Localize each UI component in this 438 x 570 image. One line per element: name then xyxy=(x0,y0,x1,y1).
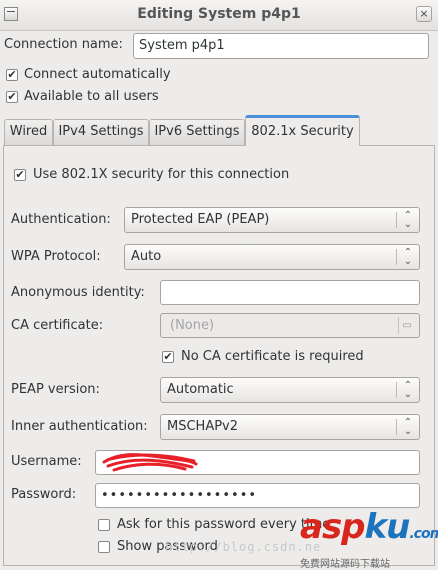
combo-arrows-icon: ⌃ ⌄ xyxy=(403,210,413,230)
authentication-select[interactable]: Protected EAP (PEAP) ⌃ ⌄ xyxy=(124,207,420,233)
window-title: Editing System p4p1 xyxy=(137,6,301,22)
authentication-value: Protected EAP (PEAP) xyxy=(131,212,270,227)
folder-icon: ▭ xyxy=(398,317,415,334)
connect-automatically-label: Connect automatically xyxy=(24,67,171,82)
tab-wired[interactable]: Wired xyxy=(4,119,53,145)
connection-name-input[interactable]: System p4p1 xyxy=(133,33,429,59)
ca-certificate-chooser: (None) ▭ xyxy=(160,313,420,338)
aspku-logo-subtitle: 免费网站源码下载站 xyxy=(300,559,390,570)
authentication-label: Authentication: xyxy=(11,212,111,227)
title-bar: Editing System p4p1 × xyxy=(0,0,438,31)
wpa-protocol-value: Auto xyxy=(131,249,162,264)
combo-arrows-icon: ⌃ ⌄ xyxy=(403,247,413,267)
redaction-scribble xyxy=(102,453,198,472)
ask-password-checkbox[interactable] xyxy=(98,519,110,531)
connection-name-label: Connection name: xyxy=(4,37,123,52)
no-ca-required-checkbox[interactable]: ✔ xyxy=(162,351,174,363)
combo-arrows-icon: ⌃ ⌄ xyxy=(403,417,413,437)
password-label: Password: xyxy=(11,487,77,502)
ca-certificate-value: (None) xyxy=(170,318,215,333)
tab-8021x-security[interactable]: 802.1x Security xyxy=(245,115,360,146)
peap-version-value: Automatic xyxy=(167,382,234,397)
use-8021x-label: Use 802.1X security for this connection xyxy=(33,167,290,182)
no-ca-required-label: No CA certificate is required xyxy=(181,349,364,364)
tab-ipv6-settings[interactable]: IPv6 Settings xyxy=(149,119,245,145)
check-icon: ✔ xyxy=(163,350,173,363)
check-icon: ✔ xyxy=(7,68,17,81)
inner-authentication-label: Inner authentication: xyxy=(11,419,148,434)
use-8021x-checkbox[interactable]: ✔ xyxy=(14,169,26,181)
close-button[interactable]: × xyxy=(416,6,432,22)
show-password-checkbox[interactable] xyxy=(98,541,110,553)
connect-automatically-checkbox[interactable]: ✔ xyxy=(6,69,18,81)
inner-authentication-select[interactable]: MSCHAPv2 ⌃ ⌄ xyxy=(160,414,420,440)
check-icon: ✔ xyxy=(7,90,17,103)
combo-arrows-icon: ⌃ ⌄ xyxy=(403,380,413,400)
inner-authentication-value: MSCHAPv2 xyxy=(167,419,239,434)
available-all-users-label: Available to all users xyxy=(24,89,159,104)
available-all-users-checkbox[interactable]: ✔ xyxy=(6,91,18,103)
username-label: Username: xyxy=(11,454,82,469)
password-input[interactable]: •••••••••••••••••• xyxy=(95,483,420,508)
ca-certificate-label: CA certificate: xyxy=(11,318,104,333)
aspku-logo: aspku.com 免费网站源码下载站 xyxy=(300,508,438,570)
peap-version-select[interactable]: Automatic ⌃ ⌄ xyxy=(160,377,420,403)
anonymous-identity-input[interactable] xyxy=(160,280,420,305)
peap-version-label: PEAP version: xyxy=(11,382,100,397)
tab-ipv4-settings[interactable]: IPv4 Settings xyxy=(53,119,149,145)
check-icon: ✔ xyxy=(15,168,25,181)
wpa-protocol-select[interactable]: Auto ⌃ ⌄ xyxy=(124,244,420,270)
ask-password-label: Ask for this password every time xyxy=(117,517,331,532)
wpa-protocol-label: WPA Protocol: xyxy=(11,249,101,264)
anonymous-identity-label: Anonymous identity: xyxy=(11,285,145,300)
blog-watermark: http://blog.csdn.ne xyxy=(165,540,322,554)
